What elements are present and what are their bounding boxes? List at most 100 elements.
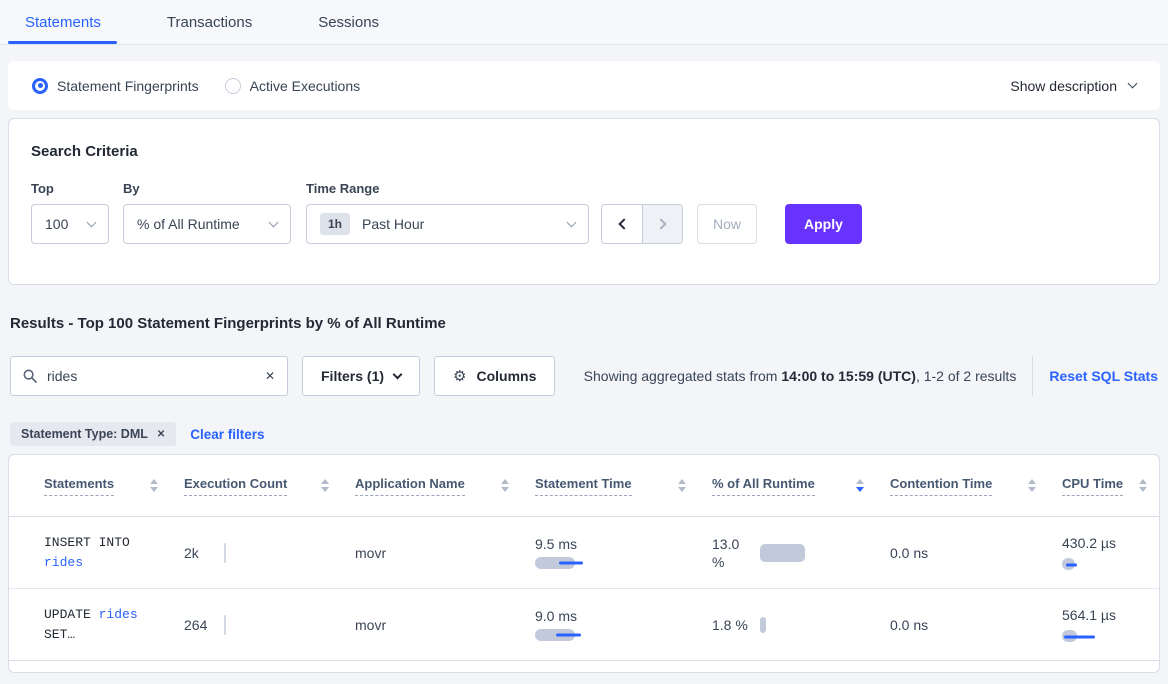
- percent-runtime-bar: [760, 617, 766, 633]
- results-heading: Results - Top 100 Statement Fingerprints…: [10, 315, 1158, 332]
- cpu-time-bar: [1062, 630, 1116, 643]
- sort-icons[interactable]: [1139, 479, 1147, 492]
- chevron-down-icon: [1128, 79, 1138, 89]
- table-row[interactable]: UPDATE rides SET… 264 movr 9.0 ms 1.8 % …: [9, 589, 1159, 661]
- statement-time-bar: [535, 557, 712, 570]
- gear-icon: ⚙: [453, 367, 466, 385]
- radio-selected-icon: [32, 78, 48, 94]
- radio-active-executions[interactable]: Active Executions: [225, 78, 361, 94]
- sort-icons[interactable]: [678, 479, 686, 492]
- tab-statements[interactable]: Statements: [25, 14, 101, 31]
- search-input[interactable]: [47, 368, 255, 384]
- statement-fingerprint: INSERT INTO rides: [44, 533, 159, 573]
- sort-icons-active-desc[interactable]: [856, 479, 864, 492]
- time-range-badge: 1h: [320, 213, 350, 235]
- next-time-range-button[interactable]: [642, 205, 682, 243]
- column-header-percent-runtime[interactable]: % of All Runtime: [712, 476, 890, 496]
- statement-link[interactable]: rides: [99, 607, 138, 622]
- by-select[interactable]: % of All Runtime: [123, 204, 291, 244]
- criteria-title: Search Criteria: [31, 143, 1137, 160]
- statement-time-cell: 9.5 ms: [535, 536, 712, 570]
- view-radio-group: Statement Fingerprints Active Executions: [32, 78, 360, 94]
- time-range-label: Time Range: [306, 181, 589, 196]
- now-button[interactable]: Now: [697, 204, 757, 244]
- clear-search-icon[interactable]: ✕: [265, 369, 275, 383]
- vertical-divider: [1032, 356, 1033, 396]
- previous-time-range-button[interactable]: [602, 205, 642, 243]
- by-select-value: % of All Runtime: [137, 216, 240, 232]
- statement-fingerprint: UPDATE rides SET…: [44, 605, 159, 645]
- top-label: Top: [31, 181, 109, 196]
- execution-count-bar: [224, 615, 226, 635]
- time-range-select[interactable]: 1h Past Hour: [306, 204, 589, 244]
- column-header-contention-time[interactable]: Contention Time: [890, 476, 1062, 496]
- by-label: By: [123, 181, 291, 196]
- tab-transactions[interactable]: Transactions: [167, 14, 252, 31]
- time-range-field: Time Range 1h Past Hour: [306, 181, 589, 244]
- statement-time-bar: [535, 629, 712, 642]
- application-name-cell: movr: [355, 617, 535, 633]
- time-range-value: Past Hour: [362, 216, 424, 232]
- filter-chip-statement-type[interactable]: Statement Type: DML ✕: [10, 422, 176, 446]
- chevron-down-icon: [269, 217, 279, 227]
- column-header-cpu-time[interactable]: CPU Time: [1062, 476, 1159, 496]
- search-box[interactable]: ✕: [10, 356, 288, 396]
- active-filters-row: Statement Type: DML ✕ Clear filters: [10, 422, 1158, 446]
- statements-table: Statements Execution Count Application N…: [8, 454, 1160, 673]
- search-icon: [23, 369, 37, 383]
- chevron-down-icon: [393, 369, 403, 379]
- table-header-row: Statements Execution Count Application N…: [9, 455, 1159, 517]
- column-header-statements[interactable]: Statements: [44, 476, 184, 496]
- search-criteria-panel: Search Criteria Top 100 By % of All Runt…: [8, 118, 1160, 285]
- top-field: Top 100: [31, 181, 109, 244]
- column-header-execution-count[interactable]: Execution Count: [184, 476, 355, 496]
- stats-area: Showing aggregated stats from 14:00 to 1…: [584, 356, 1158, 396]
- show-description-label: Show description: [1010, 78, 1117, 94]
- top-select[interactable]: 100: [31, 204, 109, 244]
- execution-count-cell: 264: [184, 615, 355, 635]
- filters-button[interactable]: Filters (1): [302, 356, 420, 396]
- execution-count-bar: [224, 543, 226, 563]
- sort-icons[interactable]: [150, 479, 158, 492]
- remove-filter-icon[interactable]: ✕: [157, 429, 165, 440]
- chevron-left-icon: [618, 218, 629, 229]
- reset-sql-stats-link[interactable]: Reset SQL Stats: [1049, 368, 1158, 384]
- show-description-toggle[interactable]: Show description: [1010, 78, 1136, 94]
- application-name-cell: movr: [355, 545, 535, 561]
- radio-statement-fingerprints[interactable]: Statement Fingerprints: [32, 78, 199, 94]
- view-toggle-panel: Statement Fingerprints Active Executions…: [8, 61, 1160, 110]
- time-range-pager: [601, 204, 683, 244]
- percent-runtime-cell: 13.0 %: [712, 535, 890, 571]
- columns-button[interactable]: ⚙ Columns: [434, 356, 555, 396]
- active-tab-underline: [8, 41, 117, 44]
- cpu-time-cell: 564.1 µs: [1062, 606, 1116, 643]
- chevron-down-icon: [567, 217, 577, 227]
- results-toolbar: ✕ Filters (1) ⚙ Columns Showing aggregat…: [10, 356, 1158, 396]
- radio-label: Statement Fingerprints: [57, 78, 199, 94]
- table-row[interactable]: INSERT INTO rides 2k movr 9.5 ms 13.0 % …: [9, 517, 1159, 589]
- sort-icons[interactable]: [1028, 479, 1036, 492]
- chevron-down-icon: [87, 217, 97, 227]
- cpu-time-bar: [1062, 558, 1116, 571]
- percent-runtime-bar: [760, 544, 805, 562]
- sql-activity-tabbar: Statements Transactions Sessions: [0, 0, 1168, 45]
- contention-time-cell: 0.0 ns: [890, 545, 1062, 561]
- radio-unselected-icon: [225, 78, 241, 94]
- radio-label: Active Executions: [250, 78, 361, 94]
- top-select-value: 100: [45, 216, 68, 232]
- clear-filters-link[interactable]: Clear filters: [190, 427, 264, 442]
- execution-count-cell: 2k: [184, 543, 355, 563]
- by-field: By % of All Runtime: [123, 181, 291, 244]
- columns-button-label: Columns: [476, 368, 536, 384]
- statement-link[interactable]: rides: [44, 555, 83, 570]
- column-header-statement-time[interactable]: Statement Time: [535, 476, 712, 496]
- filter-chip-label: Statement Type: DML: [21, 427, 148, 441]
- apply-button[interactable]: Apply: [785, 204, 862, 244]
- chevron-right-icon: [655, 218, 666, 229]
- column-header-application-name[interactable]: Application Name: [355, 476, 535, 496]
- filters-button-label: Filters (1): [321, 368, 384, 384]
- sort-icons[interactable]: [501, 479, 509, 492]
- sort-icons[interactable]: [321, 479, 329, 492]
- tab-sessions[interactable]: Sessions: [318, 14, 379, 31]
- statement-time-cell: 9.0 ms: [535, 608, 712, 642]
